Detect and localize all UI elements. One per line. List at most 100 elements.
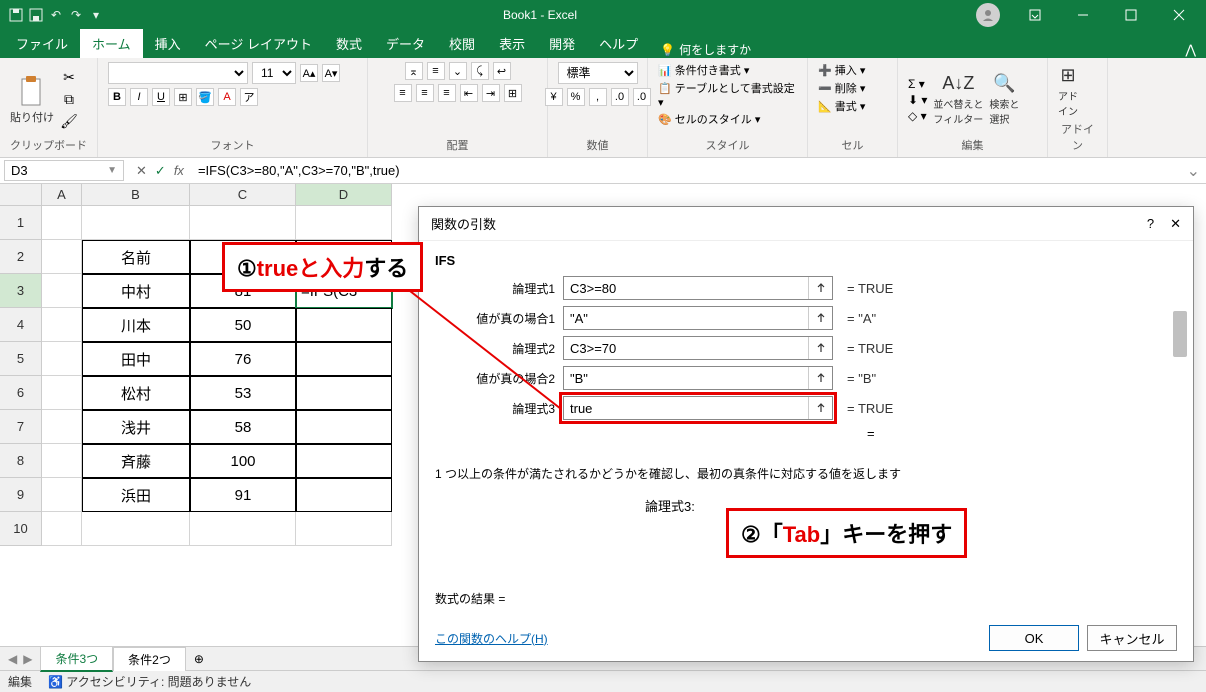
cell-C10[interactable] <box>190 512 296 546</box>
row-header-8[interactable]: 8 <box>0 444 42 478</box>
font-family-select[interactable] <box>108 62 248 84</box>
cell-A8[interactable] <box>42 444 82 478</box>
qat-dropdown-icon[interactable]: ▾ <box>88 7 104 23</box>
collapse-icon-4[interactable] <box>808 397 832 419</box>
add-sheet-button[interactable]: ⊕ <box>186 652 212 666</box>
col-header-C[interactable]: C <box>190 184 296 206</box>
sheet-nav-prev-icon[interactable]: ◀ <box>8 652 17 666</box>
tab-file[interactable]: ファイル <box>4 29 80 58</box>
cell-D4[interactable] <box>296 308 392 342</box>
cell-C6[interactable]: 53 <box>190 376 296 410</box>
collapse-icon-2[interactable] <box>808 337 832 359</box>
row-header-7[interactable]: 7 <box>0 410 42 444</box>
collapse-icon-1[interactable] <box>808 307 832 329</box>
cell-A6[interactable] <box>42 376 82 410</box>
cell-A2[interactable] <box>42 240 82 274</box>
enter-formula-icon[interactable]: ✓ <box>155 163 166 179</box>
cancel-formula-icon[interactable]: ✕ <box>136 163 147 179</box>
cond-format-button[interactable]: 📊 条件付き書式 ▾ <box>658 62 749 78</box>
arg-input-3[interactable] <box>564 367 808 389</box>
cell-B8[interactable]: 斉藤 <box>82 444 190 478</box>
tab-data[interactable]: データ <box>374 29 437 58</box>
cell-B1[interactable] <box>82 206 190 240</box>
share-icon[interactable]: ⋀ <box>1175 42 1206 58</box>
arg-input-1[interactable] <box>564 307 808 329</box>
bold-button[interactable]: B <box>108 88 126 106</box>
cell-styles-button[interactable]: 🎨 セルのスタイル ▾ <box>658 111 760 127</box>
cell-A9[interactable] <box>42 478 82 512</box>
row-header-6[interactable]: 6 <box>0 376 42 410</box>
sheet-tab-2[interactable]: 条件2つ <box>113 647 186 671</box>
align-top-icon[interactable]: ⌅ <box>405 62 423 80</box>
cell-C1[interactable] <box>190 206 296 240</box>
inc-decimal-icon[interactable]: .0 <box>611 88 629 106</box>
cell-C8[interactable]: 100 <box>190 444 296 478</box>
cell-C4[interactable]: 50 <box>190 308 296 342</box>
cell-B9[interactable]: 浜田 <box>82 478 190 512</box>
clear-icon[interactable]: ◇ ▾ <box>908 109 927 123</box>
collapse-icon-0[interactable] <box>808 277 832 299</box>
tab-help[interactable]: ヘルプ <box>587 29 650 58</box>
dialog-help-link[interactable]: この関数のヘルプ(H) <box>435 630 548 647</box>
cell-A10[interactable] <box>42 512 82 546</box>
row-header-9[interactable]: 9 <box>0 478 42 512</box>
expand-formula-icon[interactable]: ⌄ <box>1181 161 1206 181</box>
col-header-A[interactable]: A <box>42 184 82 206</box>
cell-B6[interactable]: 松村 <box>82 376 190 410</box>
merge-icon[interactable]: ⊞ <box>504 84 522 102</box>
chevron-down-icon[interactable]: ▼ <box>107 165 117 176</box>
tab-view[interactable]: 表示 <box>487 29 537 58</box>
cell-A4[interactable] <box>42 308 82 342</box>
cancel-button[interactable]: キャンセル <box>1087 625 1177 651</box>
currency-icon[interactable]: ¥ <box>545 88 563 106</box>
tab-developer[interactable]: 開発 <box>537 29 587 58</box>
insert-cells-button[interactable]: ➕ 挿入 ▾ <box>818 62 865 78</box>
align-bottom-icon[interactable]: ⌄ <box>449 62 467 80</box>
cell-B3[interactable]: 中村 <box>82 274 190 308</box>
name-box[interactable]: D3▼ <box>4 160 124 181</box>
border-icon[interactable]: ⊞ <box>174 88 192 106</box>
dialog-close-icon[interactable]: ✕ <box>1170 216 1181 232</box>
cut-icon[interactable]: ✂ <box>60 69 78 87</box>
tab-insert[interactable]: 挿入 <box>143 29 193 58</box>
align-right-icon[interactable]: ≡ <box>438 84 456 102</box>
cell-D6[interactable] <box>296 376 392 410</box>
minimize-button[interactable] <box>1060 0 1106 30</box>
user-avatar[interactable] <box>976 3 1000 27</box>
cell-D8[interactable] <box>296 444 392 478</box>
arg-input-0[interactable] <box>564 277 808 299</box>
fill-color-icon[interactable]: 🪣 <box>196 88 214 106</box>
row-header-3[interactable]: 3 <box>0 274 42 308</box>
align-center-icon[interactable]: ≡ <box>416 84 434 102</box>
select-all-corner[interactable] <box>0 184 42 206</box>
collapse-icon-3[interactable] <box>808 367 832 389</box>
arg-input-4[interactable] <box>564 397 808 419</box>
row-header-10[interactable]: 10 <box>0 512 42 546</box>
delete-cells-button[interactable]: ➖ 削除 ▾ <box>818 80 865 96</box>
autosave-icon[interactable] <box>8 7 24 23</box>
addin-button[interactable]: ⊞アド イン <box>1058 65 1078 118</box>
font-size-select[interactable]: 11 <box>252 62 296 84</box>
row-header-4[interactable]: 4 <box>0 308 42 342</box>
format-table-button[interactable]: 📋 テーブルとして書式設定 ▾ <box>658 80 797 109</box>
autosum-icon[interactable]: Σ ▾ <box>908 77 927 91</box>
align-left-icon[interactable]: ≡ <box>394 84 412 102</box>
col-header-D[interactable]: D <box>296 184 392 206</box>
percent-icon[interactable]: % <box>567 88 585 106</box>
cell-A7[interactable] <box>42 410 82 444</box>
close-button[interactable] <box>1156 0 1202 30</box>
copy-icon[interactable]: ⧉ <box>60 91 78 109</box>
cell-D5[interactable] <box>296 342 392 376</box>
shrink-font-icon[interactable]: A▾ <box>322 64 340 82</box>
sheet-nav-next-icon[interactable]: ▶ <box>23 652 32 666</box>
grow-font-icon[interactable]: A▴ <box>300 64 318 82</box>
indent-inc-icon[interactable]: ⇥ <box>482 84 500 102</box>
tab-formulas[interactable]: 数式 <box>324 29 374 58</box>
fx-icon[interactable]: fx <box>174 163 184 179</box>
align-middle-icon[interactable]: ≡ <box>427 62 445 80</box>
cell-A1[interactable] <box>42 206 82 240</box>
find-select-button[interactable]: 🔍検索と 選択 <box>989 73 1019 126</box>
ribbon-options-icon[interactable] <box>1012 0 1058 30</box>
cell-B5[interactable]: 田中 <box>82 342 190 376</box>
comma-icon[interactable]: , <box>589 88 607 106</box>
